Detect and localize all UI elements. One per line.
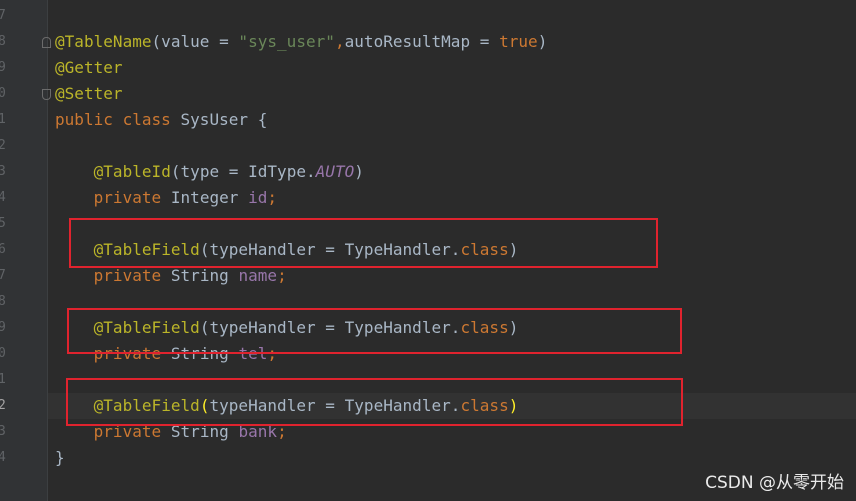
line-number: 4 xyxy=(0,190,6,205)
line-number: 2 xyxy=(0,138,6,153)
line-number: 2 xyxy=(0,398,6,413)
highlight-box-tel-field xyxy=(67,308,682,354)
line-number: 3 xyxy=(0,164,6,179)
code-line[interactable]: @TableId(type = IdType.AUTO) xyxy=(55,159,364,185)
code-token: public class xyxy=(55,110,181,129)
fold-marker-icon[interactable] xyxy=(42,37,51,48)
line-number: 9 xyxy=(0,60,6,75)
code-token: } xyxy=(55,448,65,467)
code-token: @TableName xyxy=(55,32,152,51)
code-token: (value = xyxy=(151,32,239,51)
line-number: 8 xyxy=(0,34,6,49)
line-number: 4 xyxy=(0,450,6,465)
line-number: 1 xyxy=(0,112,6,127)
highlight-box-bank-field xyxy=(66,378,683,426)
code-line[interactable]: private Integer id; xyxy=(55,185,277,211)
code-token: @Setter xyxy=(55,84,123,103)
code-token: ; xyxy=(267,188,278,207)
code-token: AUTO xyxy=(315,162,355,181)
code-token: ) xyxy=(537,32,548,51)
line-number: 0 xyxy=(0,86,6,101)
line-number-gutter: 7 8 9 0 1 2 3 4 5 6 7 8 9 0 1 2 3 4 xyxy=(0,0,48,501)
code-token: @TableId xyxy=(93,162,171,181)
code-line[interactable]: @TableName(value = "sys_user",autoResult… xyxy=(55,29,547,55)
line-number: 7 xyxy=(0,8,6,23)
code-token: private xyxy=(93,266,171,285)
code-token: true xyxy=(499,32,538,51)
line-number: 3 xyxy=(0,424,6,439)
line-number: 1 xyxy=(0,372,6,387)
line-number: 8 xyxy=(0,294,6,309)
code-line[interactable]: public class SysUser { xyxy=(55,107,267,133)
code-line[interactable]: @Setter xyxy=(55,81,123,107)
code-token: autoResultMap = xyxy=(344,32,500,51)
code-token: name xyxy=(238,266,278,285)
code-token: SysUser { xyxy=(180,110,268,129)
code-token: id xyxy=(248,188,268,207)
code-token: String xyxy=(170,266,239,285)
line-number: 0 xyxy=(0,346,6,361)
code-line[interactable]: } xyxy=(55,445,65,471)
code-token: ; xyxy=(277,266,287,285)
line-number: 9 xyxy=(0,320,6,335)
fold-marker-icon[interactable] xyxy=(42,89,51,100)
line-number: 7 xyxy=(0,268,6,283)
code-token: ) xyxy=(354,162,364,181)
code-token: (type = IdType. xyxy=(170,162,316,181)
highlight-box-name-field xyxy=(69,218,658,268)
code-token: "sys_user" xyxy=(238,32,335,51)
code-token: , xyxy=(334,32,345,51)
watermark: CSDN @从零开始 xyxy=(705,473,844,493)
code-token: Integer xyxy=(170,188,249,207)
code-token: private xyxy=(93,188,171,207)
line-number: 5 xyxy=(0,216,6,231)
code-line[interactable]: @Getter xyxy=(55,55,123,81)
line-number: 6 xyxy=(0,242,6,257)
code-token: @Getter xyxy=(55,58,123,77)
